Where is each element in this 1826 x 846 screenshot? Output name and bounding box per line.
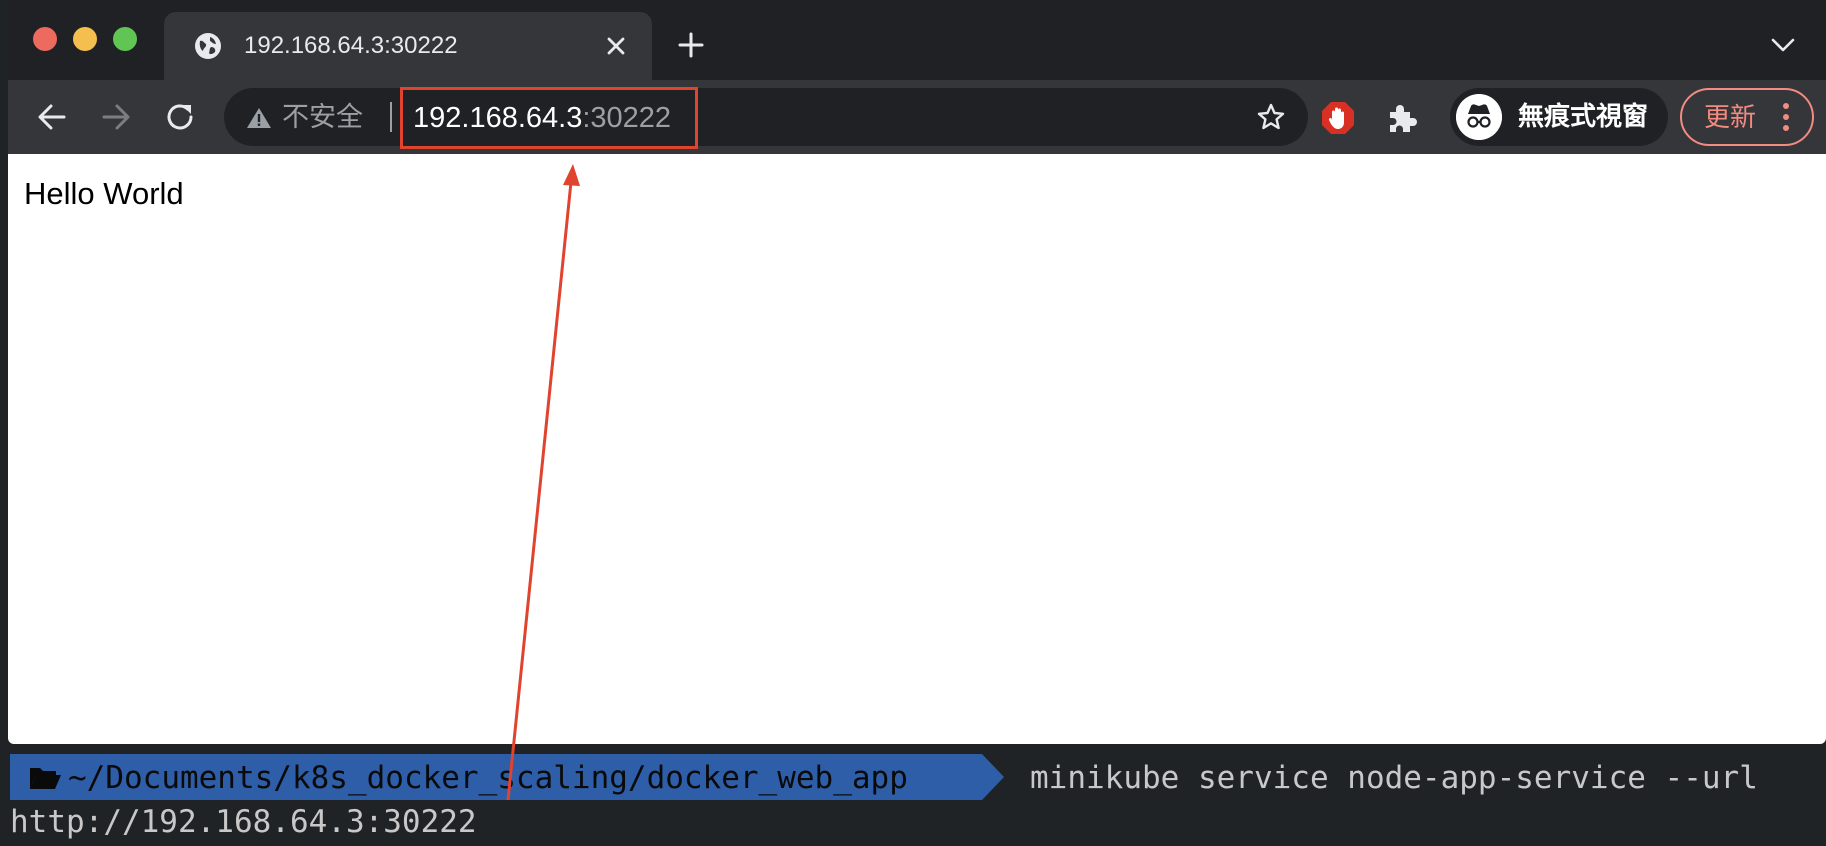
incognito-icon [1456, 94, 1502, 140]
warning-icon[interactable] [246, 106, 272, 130]
close-window-button[interactable] [33, 27, 57, 51]
page-content: Hello World [8, 154, 1826, 744]
omnibox-divider [390, 102, 392, 132]
terminal-command: minikube service node-app-service --url [1030, 760, 1758, 796]
url-host: 192.168.64.3 [413, 102, 583, 134]
minimize-window-button[interactable] [73, 27, 97, 51]
chevron-down-icon[interactable] [1770, 36, 1796, 54]
url-port: :30222 [582, 102, 672, 134]
terminal-output: http://192.168.64.3:30222 [10, 804, 477, 840]
adblock-icon[interactable] [1320, 100, 1356, 136]
incognito-label: 無痕式視窗 [1518, 101, 1649, 131]
puzzle-icon[interactable] [1384, 100, 1420, 136]
prompt-path: ~/Documents/k8s_docker_scaling/docker_we… [68, 760, 908, 796]
incognito-profile-button[interactable]: 無痕式視窗 [1450, 88, 1668, 146]
address-bar[interactable]: 不安全 192.168.64.3:30222 [224, 87, 1308, 149]
update-button[interactable]: 更新 [1680, 88, 1814, 146]
prompt-arrow [982, 754, 1004, 800]
back-icon[interactable] [34, 99, 70, 135]
plus-icon[interactable] [676, 30, 706, 60]
tab-bar: 192.168.64.3:30222 [8, 0, 1826, 80]
maximize-window-button[interactable] [113, 27, 137, 51]
more-icon[interactable] [1782, 102, 1790, 132]
terminal: ~/Documents/k8s_docker_scaling/docker_we… [0, 744, 1826, 846]
star-icon[interactable] [1256, 102, 1286, 132]
forward-icon[interactable] [98, 99, 134, 135]
tab-title: 192.168.64.3:30222 [244, 32, 458, 59]
url-text[interactable]: 192.168.64.3:30222 [413, 102, 671, 134]
update-label: 更新 [1704, 102, 1757, 132]
globe-icon [195, 33, 221, 59]
close-icon[interactable] [604, 34, 628, 58]
terminal-prompt: ~/Documents/k8s_docker_scaling/docker_we… [10, 754, 982, 800]
security-status-label[interactable]: 不安全 [282, 101, 363, 133]
page-text: Hello World [24, 176, 184, 211]
browser-window: 192.168.64.3:30222 不安全 192.168.64.3:3022… [8, 0, 1826, 744]
folder-icon [30, 768, 61, 789]
url-highlight-box: 192.168.64.3:30222 [400, 87, 698, 149]
tab-active[interactable]: 192.168.64.3:30222 [164, 12, 652, 80]
reload-icon[interactable] [162, 99, 198, 135]
